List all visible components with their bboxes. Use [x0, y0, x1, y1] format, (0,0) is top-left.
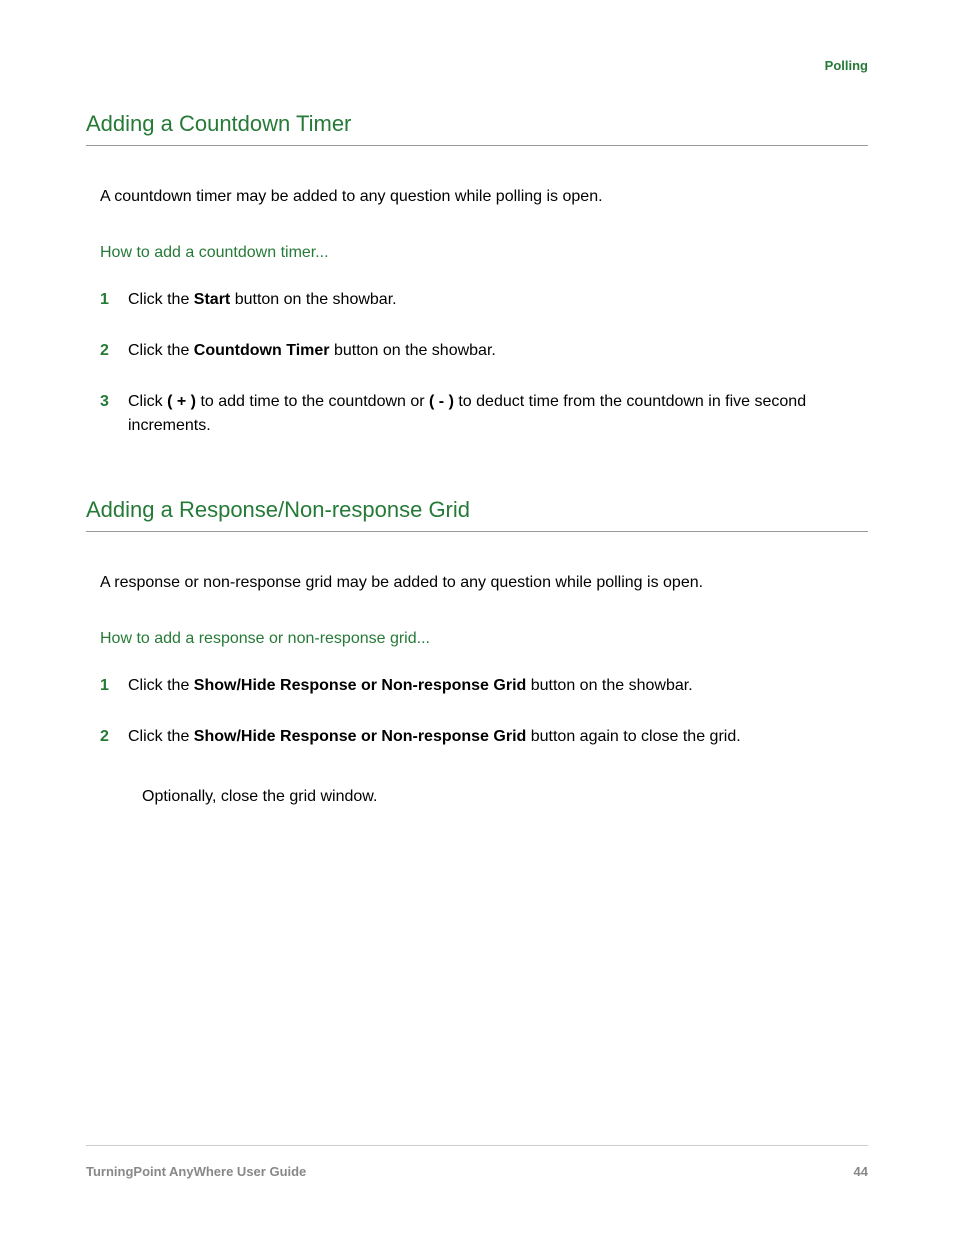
step-item: 2 Click the Countdown Timer button on th…: [100, 339, 868, 362]
footer-page-number: 44: [854, 1164, 868, 1179]
section1-subheading: How to add a countdown timer...: [100, 244, 868, 262]
section-heading-grid: Adding a Response/Non-response Grid: [86, 497, 868, 532]
section1-intro: A countdown timer may be added to any qu…: [100, 188, 868, 206]
section2-steps: 1 Click the Show/Hide Response or Non-re…: [100, 674, 868, 806]
section-heading-countdown: Adding a Countdown Timer: [86, 111, 868, 146]
step-item: 3 Click ( + ) to add time to the countdo…: [100, 390, 868, 436]
section2-subheading: How to add a response or non-response gr…: [100, 630, 868, 648]
step-text: Click the Show/Hide Response or Non-resp…: [128, 725, 868, 748]
section1-steps: 1 Click the Start button on the showbar.…: [100, 288, 868, 437]
step-text: Click ( + ) to add time to the countdown…: [128, 390, 868, 436]
document-page: Polling Adding a Countdown Timer A count…: [0, 0, 954, 806]
section2-extra: Optionally, close the grid window.: [142, 788, 868, 806]
step-number: 3: [100, 390, 128, 436]
header-category: Polling: [86, 58, 868, 73]
step-number: 2: [100, 339, 128, 362]
step-text: Click the Countdown Timer button on the …: [128, 339, 868, 362]
page-footer: TurningPoint AnyWhere User Guide 44: [86, 1145, 868, 1179]
step-text: Click the Show/Hide Response or Non-resp…: [128, 674, 868, 697]
step-number: 1: [100, 288, 128, 311]
step-item: 1 Click the Start button on the showbar.: [100, 288, 868, 311]
step-item: 1 Click the Show/Hide Response or Non-re…: [100, 674, 868, 697]
step-text: Click the Start button on the showbar.: [128, 288, 868, 311]
section2-intro: A response or non-response grid may be a…: [100, 574, 868, 592]
step-number: 2: [100, 725, 128, 748]
footer-guide: TurningPoint AnyWhere User Guide: [86, 1164, 306, 1179]
step-item: 2 Click the Show/Hide Response or Non-re…: [100, 725, 868, 748]
step-number: 1: [100, 674, 128, 697]
